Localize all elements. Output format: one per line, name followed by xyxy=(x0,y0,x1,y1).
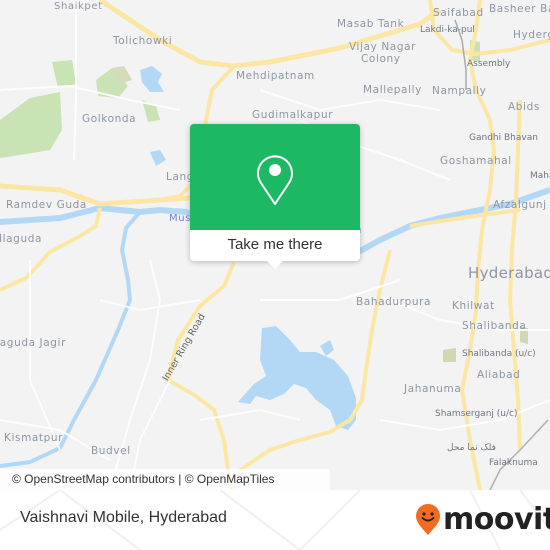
place-label: Nampally xyxy=(432,85,487,97)
poi-label: Shamserganj (u/c) xyxy=(435,409,518,419)
poi-label: Assembly xyxy=(467,59,511,69)
park-area xyxy=(443,348,456,362)
footer-bar: Vaishnavi Mobile, Hyderabad moovit xyxy=(0,490,550,550)
place-label: Colony xyxy=(361,53,401,65)
place-label: Gudimalkapur xyxy=(252,109,334,121)
place-label: Shaikpet xyxy=(54,1,103,12)
place-label: Golkonda xyxy=(82,113,137,125)
place-label: Khilwat xyxy=(452,300,495,312)
poi-label: Gandhi Bhavan xyxy=(469,133,538,143)
place-title: Vaishnavi Mobile, Hyderabad xyxy=(20,509,227,526)
poi-label: فلک نما محل xyxy=(447,443,496,453)
place-label: Saifabad xyxy=(433,7,484,19)
place-label: Vijay Nagar xyxy=(349,41,417,53)
place-label: Langar Houz xyxy=(166,171,190,183)
place-label: Jahanuma xyxy=(404,383,462,395)
take-me-there-button[interactable]: Take me there xyxy=(190,230,360,261)
place-label: Basheer Bagh xyxy=(489,3,550,15)
place-label: Hyderguda xyxy=(513,29,550,41)
location-pin-icon xyxy=(257,155,293,205)
place-label: Mallepally xyxy=(363,84,422,96)
map-view[interactable]: Shaikpet Tolichowki Masab Tank Saifabad … xyxy=(0,0,550,490)
poi-label: Shalibanda (u/c) xyxy=(462,349,536,359)
place-label: Budvel xyxy=(91,445,131,457)
city-label: Hyderabad xyxy=(468,264,550,282)
place-label: Goshamahal xyxy=(440,155,512,167)
river-label: Musi xyxy=(169,213,190,224)
place-label: Shalibanda xyxy=(462,320,527,332)
place-label: Ramdev Guda xyxy=(6,199,87,211)
poi-label: Mahatma Gandhi Bus Station xyxy=(530,171,550,181)
poi-label: Falaknuma xyxy=(489,458,538,468)
place-label: Bandlaguda Jagir xyxy=(0,337,66,349)
moovit-logo[interactable]: moovit xyxy=(415,502,550,537)
location-popup: Take me there xyxy=(190,124,360,269)
place-label: Aliabad xyxy=(477,369,521,381)
moovit-smiley-pin-icon xyxy=(416,503,440,535)
popup-header xyxy=(190,124,360,230)
place-label: Masab Tank xyxy=(337,18,405,30)
place-label: Mehdipatnam xyxy=(236,70,315,82)
place-label: Bahadurpura xyxy=(356,296,432,308)
popup-pointer xyxy=(266,260,284,269)
place-label: Afzalgunj xyxy=(493,199,547,211)
place-label: Tolichowki xyxy=(113,35,173,47)
place-label: Abids xyxy=(508,101,540,113)
map-attribution[interactable]: © OpenStreetMap contributors | © OpenMap… xyxy=(0,469,330,490)
place-label: Kismatpur xyxy=(4,432,64,444)
poi-label: Lakdi-ka-pul xyxy=(420,25,475,35)
moovit-wordmark: moovit xyxy=(443,502,550,537)
place-label: Bandlaguda xyxy=(0,233,42,245)
